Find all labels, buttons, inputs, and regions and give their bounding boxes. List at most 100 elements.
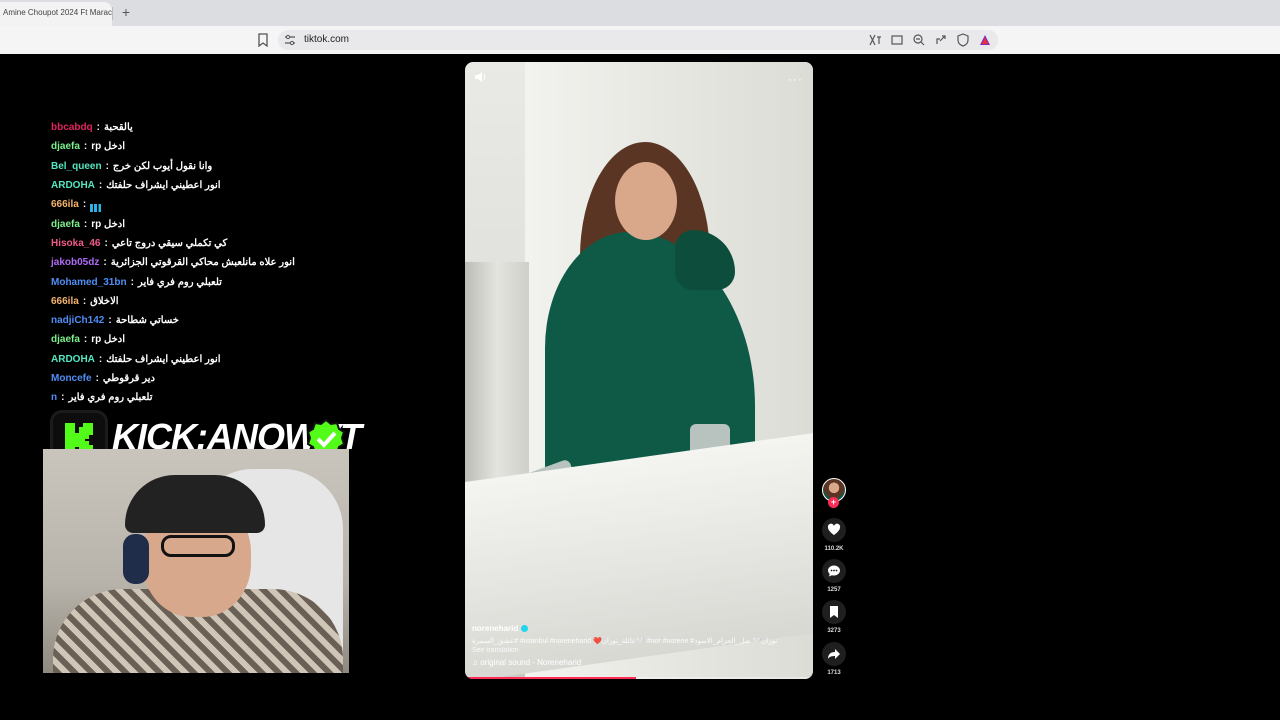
like-count: 110.2K [824,546,844,552]
chat-username[interactable]: ARDOHA [51,354,95,365]
webcam-feed [43,449,349,673]
chat-message: Bel_queen: وانا نقول أيوب لكن خرج [51,157,451,176]
video-progress-fill [465,677,636,679]
follow-plus-icon[interactable]: + [828,497,839,508]
chat-text: انور علاه مانلعبش محاكي القرقوتي الجزائر… [110,257,295,269]
zoom-out-icon[interactable] [912,33,926,47]
chat-username[interactable]: djaefa [51,334,80,345]
chat-username[interactable]: bbcabdq [51,122,93,133]
browser-nav-bar: tiktok.com [0,26,1280,54]
chat-message: Hisoka_46: كي تكملي سيقي دروج تاعي [51,234,451,253]
chat-separator: : [104,237,108,249]
comment-button[interactable] [822,559,846,583]
headset [123,534,149,584]
chat-emote-icon [90,203,105,212]
chat-separator: : [98,180,103,192]
video-caption: noreneharid عشق_السمرة# #istanbul #noren… [472,624,802,667]
chat-message: nadjiCh142: خساتي شطاحة [51,311,451,330]
chat-message: ARDOHA: انور اعطيني ايشراف حلفتك [51,350,451,369]
browser-tab[interactable]: Amine Choupot 2024 Ft Marac [0,2,112,26]
chat-text: يالقحبة [104,122,133,134]
chat-username[interactable]: Hisoka_46 [51,238,100,249]
author-name[interactable]: noreneharid [472,624,518,633]
chat-separator: : [61,392,65,404]
url-text[interactable]: tiktok.com [304,34,349,45]
share-icon[interactable] [934,33,948,47]
chat-text: الاخلاق [90,295,119,307]
streamer-glasses [161,535,235,557]
chat-message: n: تلعبلي روم فري فاير [51,388,451,407]
chat-text: انور اعطيني ايشراف حلفتك [106,180,221,192]
browser-tab-bar: Amine Choupot 2024 Ft Marac + [0,0,1280,26]
brave-shield-icon[interactable] [956,33,970,47]
chat-text: خساتي شطاحة [115,315,179,327]
chat-message: Mohamed_31bn: تلعبلي روم فري فاير [51,272,451,291]
chat-separator: : [83,334,88,346]
chat-message: ARDOHA: انور اعطيني ايشراف حلفتك [51,176,451,195]
verified-icon [521,625,529,632]
chat-username[interactable]: 666ila [51,199,79,210]
chat-text: ادخل rp [91,218,126,230]
chat-text: تلعبلي روم فري فاير [68,392,153,404]
site-settings-icon[interactable] [284,34,296,46]
chat-text: كي تكملي سيقي دروج تاعي [111,237,228,249]
video-hashtags[interactable]: عشق_السمرة# #istanbul #noreneharid ❤️عائ… [472,637,802,645]
video-subject-face [615,162,677,240]
comment-count: 1257 [827,587,841,593]
bookmark-icon[interactable] [257,33,269,47]
chat-username[interactable]: 666ila [51,296,79,307]
cast-icon[interactable] [890,33,904,47]
volume-icon[interactable] [473,70,487,84]
chat-message: bbcabdq: يالقحبة [51,118,451,137]
chat-separator: : [96,122,101,134]
video-author[interactable]: noreneharid [472,624,802,633]
tab-divider [112,7,113,20]
heart-icon [827,523,841,535]
chat-message: djaefa: ادخل rp [51,214,451,233]
chat-username[interactable]: djaefa [51,141,80,152]
chat-text: انور اعطيني ايشراف حلفتك [106,353,221,365]
chat-message: 666ila: [51,195,451,214]
chat-username[interactable]: jakob05dz [51,257,99,268]
chat-text: ادخل rp [91,334,126,346]
chat-text: تلعبلي روم فري فاير [137,276,222,288]
address-bar-actions [868,33,992,47]
see-translation-link[interactable]: See translation [472,647,802,654]
like-button[interactable] [822,518,846,542]
comment-icon [828,565,840,577]
chat-username[interactable]: Bel_queen [51,161,102,172]
video-sound[interactable]: ♫ original sound - Noreneharid [472,658,802,667]
new-tab-icon[interactable]: + [119,5,133,19]
streamer-cap [125,475,265,533]
translate-icon[interactable] [868,33,882,47]
chat-separator: : [103,257,107,269]
save-button[interactable] [822,600,846,624]
chat-text: دير قرقوطي [102,373,155,384]
bookmark-save-icon [830,606,838,618]
chat-username[interactable]: n [51,392,57,403]
sound-name[interactable]: original sound - Noreneharid [480,658,581,667]
share-count: 1713 [827,670,841,676]
stream-chat: bbcabdq: يالقحبة djaefa: ادخل rp Bel_queen: و… [51,118,451,407]
chat-username[interactable]: ARDOHA [51,180,95,191]
chat-separator: : [130,276,134,288]
chat-username[interactable]: djaefa [51,219,80,230]
address-bar[interactable]: tiktok.com [278,30,998,50]
chat-message: 666ila: الاخلاق [51,292,451,311]
chat-text: وانا نقول أيوب لكن خرج [112,160,213,172]
video-progress-bar[interactable] [465,677,813,679]
chat-message: djaefa: ادخل rp [51,137,451,156]
chat-username[interactable]: nadjiCh142 [51,315,104,326]
chat-message: Moncefe: دير قرقوطي [51,369,451,388]
share-button[interactable] [822,642,846,666]
chat-separator: : [82,295,87,307]
chat-separator: : [98,353,103,365]
chat-username[interactable]: Mohamed_31bn [51,277,127,288]
brave-rewards-icon[interactable] [978,33,992,47]
chat-message: jakob05dz: انور علاه مانلعبش محاكي القرقو… [51,253,451,272]
more-options-icon[interactable]: ··· [788,72,803,86]
tiktok-video-player[interactable]: ··· noreneharid عشق_السمرة# #istanbul #n… [465,62,813,679]
tab-title: Amine Choupot 2024 Ft Marac [3,8,112,17]
chat-username[interactable]: Moncefe [51,373,92,384]
share-arrow-icon [828,649,840,659]
